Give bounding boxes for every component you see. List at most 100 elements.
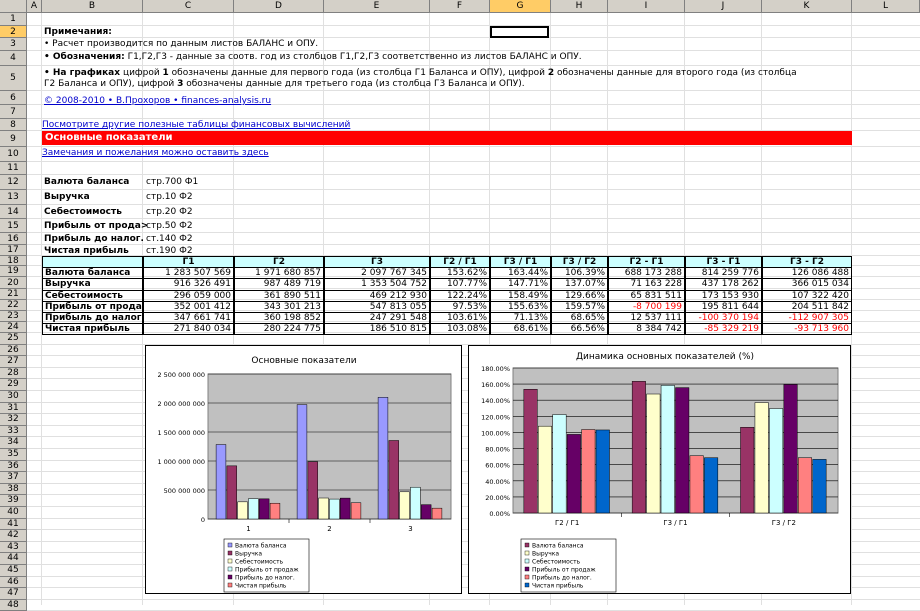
active-cell-g2[interactable] (490, 26, 549, 38)
row-header-21[interactable]: 21 (0, 289, 27, 300)
row-header-36[interactable]: 36 (0, 460, 27, 473)
bar (318, 497, 329, 520)
column-header-a[interactable]: A (27, 0, 42, 13)
column-header-i[interactable]: I (608, 0, 685, 13)
column-header-c[interactable]: C (143, 0, 234, 13)
spreadsheet[interactable]: ABCDEFGHIJKL 1 2 3 4 5 6 7 8 9 10 11 12 13 14 15 16 17 18… (0, 0, 920, 611)
row-header-26[interactable]: 26 (0, 344, 27, 357)
bar (226, 465, 237, 520)
column-header-e[interactable]: E (324, 0, 430, 13)
bar (754, 402, 769, 514)
row-header-45[interactable]: 45 (0, 565, 27, 577)
row-header-12[interactable]: 12 (0, 175, 27, 190)
row-header-24[interactable]: 24 (0, 322, 27, 333)
row-header-18[interactable]: 18 (0, 256, 27, 266)
row-header-34[interactable]: 34 (0, 437, 27, 449)
param-source: ст.140 Ф2 (146, 234, 193, 244)
chart-main-indicators[interactable]: Основные показатели 0 500 000 000 1 000 000… (145, 345, 462, 594)
row-header-42[interactable]: 42 (0, 530, 27, 542)
row-header-31[interactable]: 31 (0, 402, 27, 415)
param-source: стр.20 Ф2 (146, 207, 193, 217)
notes-title: Примечания: (44, 27, 112, 37)
row-header-41[interactable]: 41 (0, 518, 27, 531)
row-header-7[interactable]: 7 (0, 105, 27, 119)
row-header-44[interactable]: 44 (0, 553, 27, 565)
table-cell: 186 510 815 (324, 323, 430, 336)
column-header-f[interactable]: F (430, 0, 490, 13)
row-gridline (27, 161, 920, 162)
param-source: стр.10 Ф2 (146, 192, 193, 202)
y-tick-label: 140.00% (481, 397, 510, 405)
row-header-29[interactable]: 29 (0, 379, 27, 391)
column-header-h[interactable]: H (551, 0, 608, 13)
row-header-22[interactable]: 22 (0, 300, 27, 311)
bar (646, 393, 661, 514)
bar (566, 434, 581, 514)
row-header-25[interactable]: 25 (0, 333, 27, 345)
row-header-6[interactable]: 6 (0, 91, 27, 105)
select-all-corner[interactable] (0, 0, 27, 13)
row-header-10[interactable]: 10 (0, 147, 27, 162)
legend-label: Себестоимость (235, 559, 284, 566)
column-header-d[interactable]: D (234, 0, 324, 13)
column-header-l[interactable]: L (852, 0, 920, 13)
row-header-1[interactable]: 1 (0, 13, 27, 26)
row-header-43[interactable]: 43 (0, 541, 27, 554)
row-header-37[interactable]: 37 (0, 472, 27, 484)
x-tick-label: Г3 / Г1 (663, 519, 687, 527)
row-header-33[interactable]: 33 (0, 425, 27, 438)
row-header-35[interactable]: 35 (0, 449, 27, 461)
row-header-47[interactable]: 47 (0, 588, 27, 600)
legend-swatch (227, 582, 233, 588)
bar (552, 414, 567, 514)
row-header-17[interactable]: 17 (0, 245, 27, 256)
row-header-5[interactable]: 5 (0, 66, 27, 91)
column-header-k[interactable]: K (762, 0, 852, 13)
y-tick-label: 0 (201, 516, 205, 524)
row-header-40[interactable]: 40 (0, 507, 27, 519)
row-header-20[interactable]: 20 (0, 277, 27, 289)
row-header-2[interactable]: 2 (0, 26, 27, 38)
row-header-11[interactable]: 11 (0, 162, 27, 175)
table-cell: 68.61% (490, 323, 551, 336)
other-tables-link[interactable]: Посмотрите другие полезные таблицы финан… (42, 119, 350, 131)
row-header-32[interactable]: 32 (0, 414, 27, 426)
bar (595, 429, 610, 514)
row-header-30[interactable]: 30 (0, 391, 27, 403)
row-header-48[interactable]: 48 (0, 599, 27, 611)
legend-swatch (524, 566, 530, 572)
row-header-13[interactable]: 13 (0, 190, 27, 205)
chart-dynamics[interactable]: Динамика основных показателей (%) 0.00% 20… (468, 345, 851, 594)
legend-label: Чистая прибыль (235, 583, 287, 590)
bar (237, 501, 248, 520)
copyright-link[interactable]: © 2008-2010 • В.Прохоров • finances-anal… (44, 95, 271, 107)
y-tick-label: 40.00% (485, 478, 510, 486)
legend-swatch (227, 566, 233, 572)
row-header-15[interactable]: 15 (0, 219, 27, 233)
legend-label: Прибыль до налог. (235, 575, 295, 582)
bar (538, 425, 552, 514)
column-header-b[interactable]: B (42, 0, 143, 13)
row-header-4[interactable]: 4 (0, 51, 27, 66)
row-header-14[interactable]: 14 (0, 205, 27, 219)
row-header-38[interactable]: 38 (0, 483, 27, 496)
row-header-46[interactable]: 46 (0, 576, 27, 589)
legend-label: Прибыль до налог. (532, 575, 592, 582)
row-header-9[interactable]: 9 (0, 131, 27, 147)
row-gridline (27, 25, 920, 26)
note-line-3-bold: • На графиках (44, 68, 121, 78)
row-header-8[interactable]: 8 (0, 119, 27, 131)
row-header-27[interactable]: 27 (0, 356, 27, 368)
row-header-23[interactable]: 23 (0, 311, 27, 322)
column-header-j[interactable]: J (685, 0, 762, 13)
feedback-link[interactable]: Замечания и пожелания можно оставить зде… (42, 147, 269, 159)
row-header-19[interactable]: 19 (0, 266, 27, 277)
column-header-g[interactable]: G (490, 0, 551, 13)
row-header-39[interactable]: 39 (0, 495, 27, 507)
table-cell: 271 840 034 (143, 323, 234, 336)
row-header-3[interactable]: 3 (0, 38, 27, 51)
row-header-16[interactable]: 16 (0, 233, 27, 245)
bar (689, 455, 704, 514)
row-header-28[interactable]: 28 (0, 367, 27, 380)
section-title: Основные показатели (45, 132, 173, 143)
